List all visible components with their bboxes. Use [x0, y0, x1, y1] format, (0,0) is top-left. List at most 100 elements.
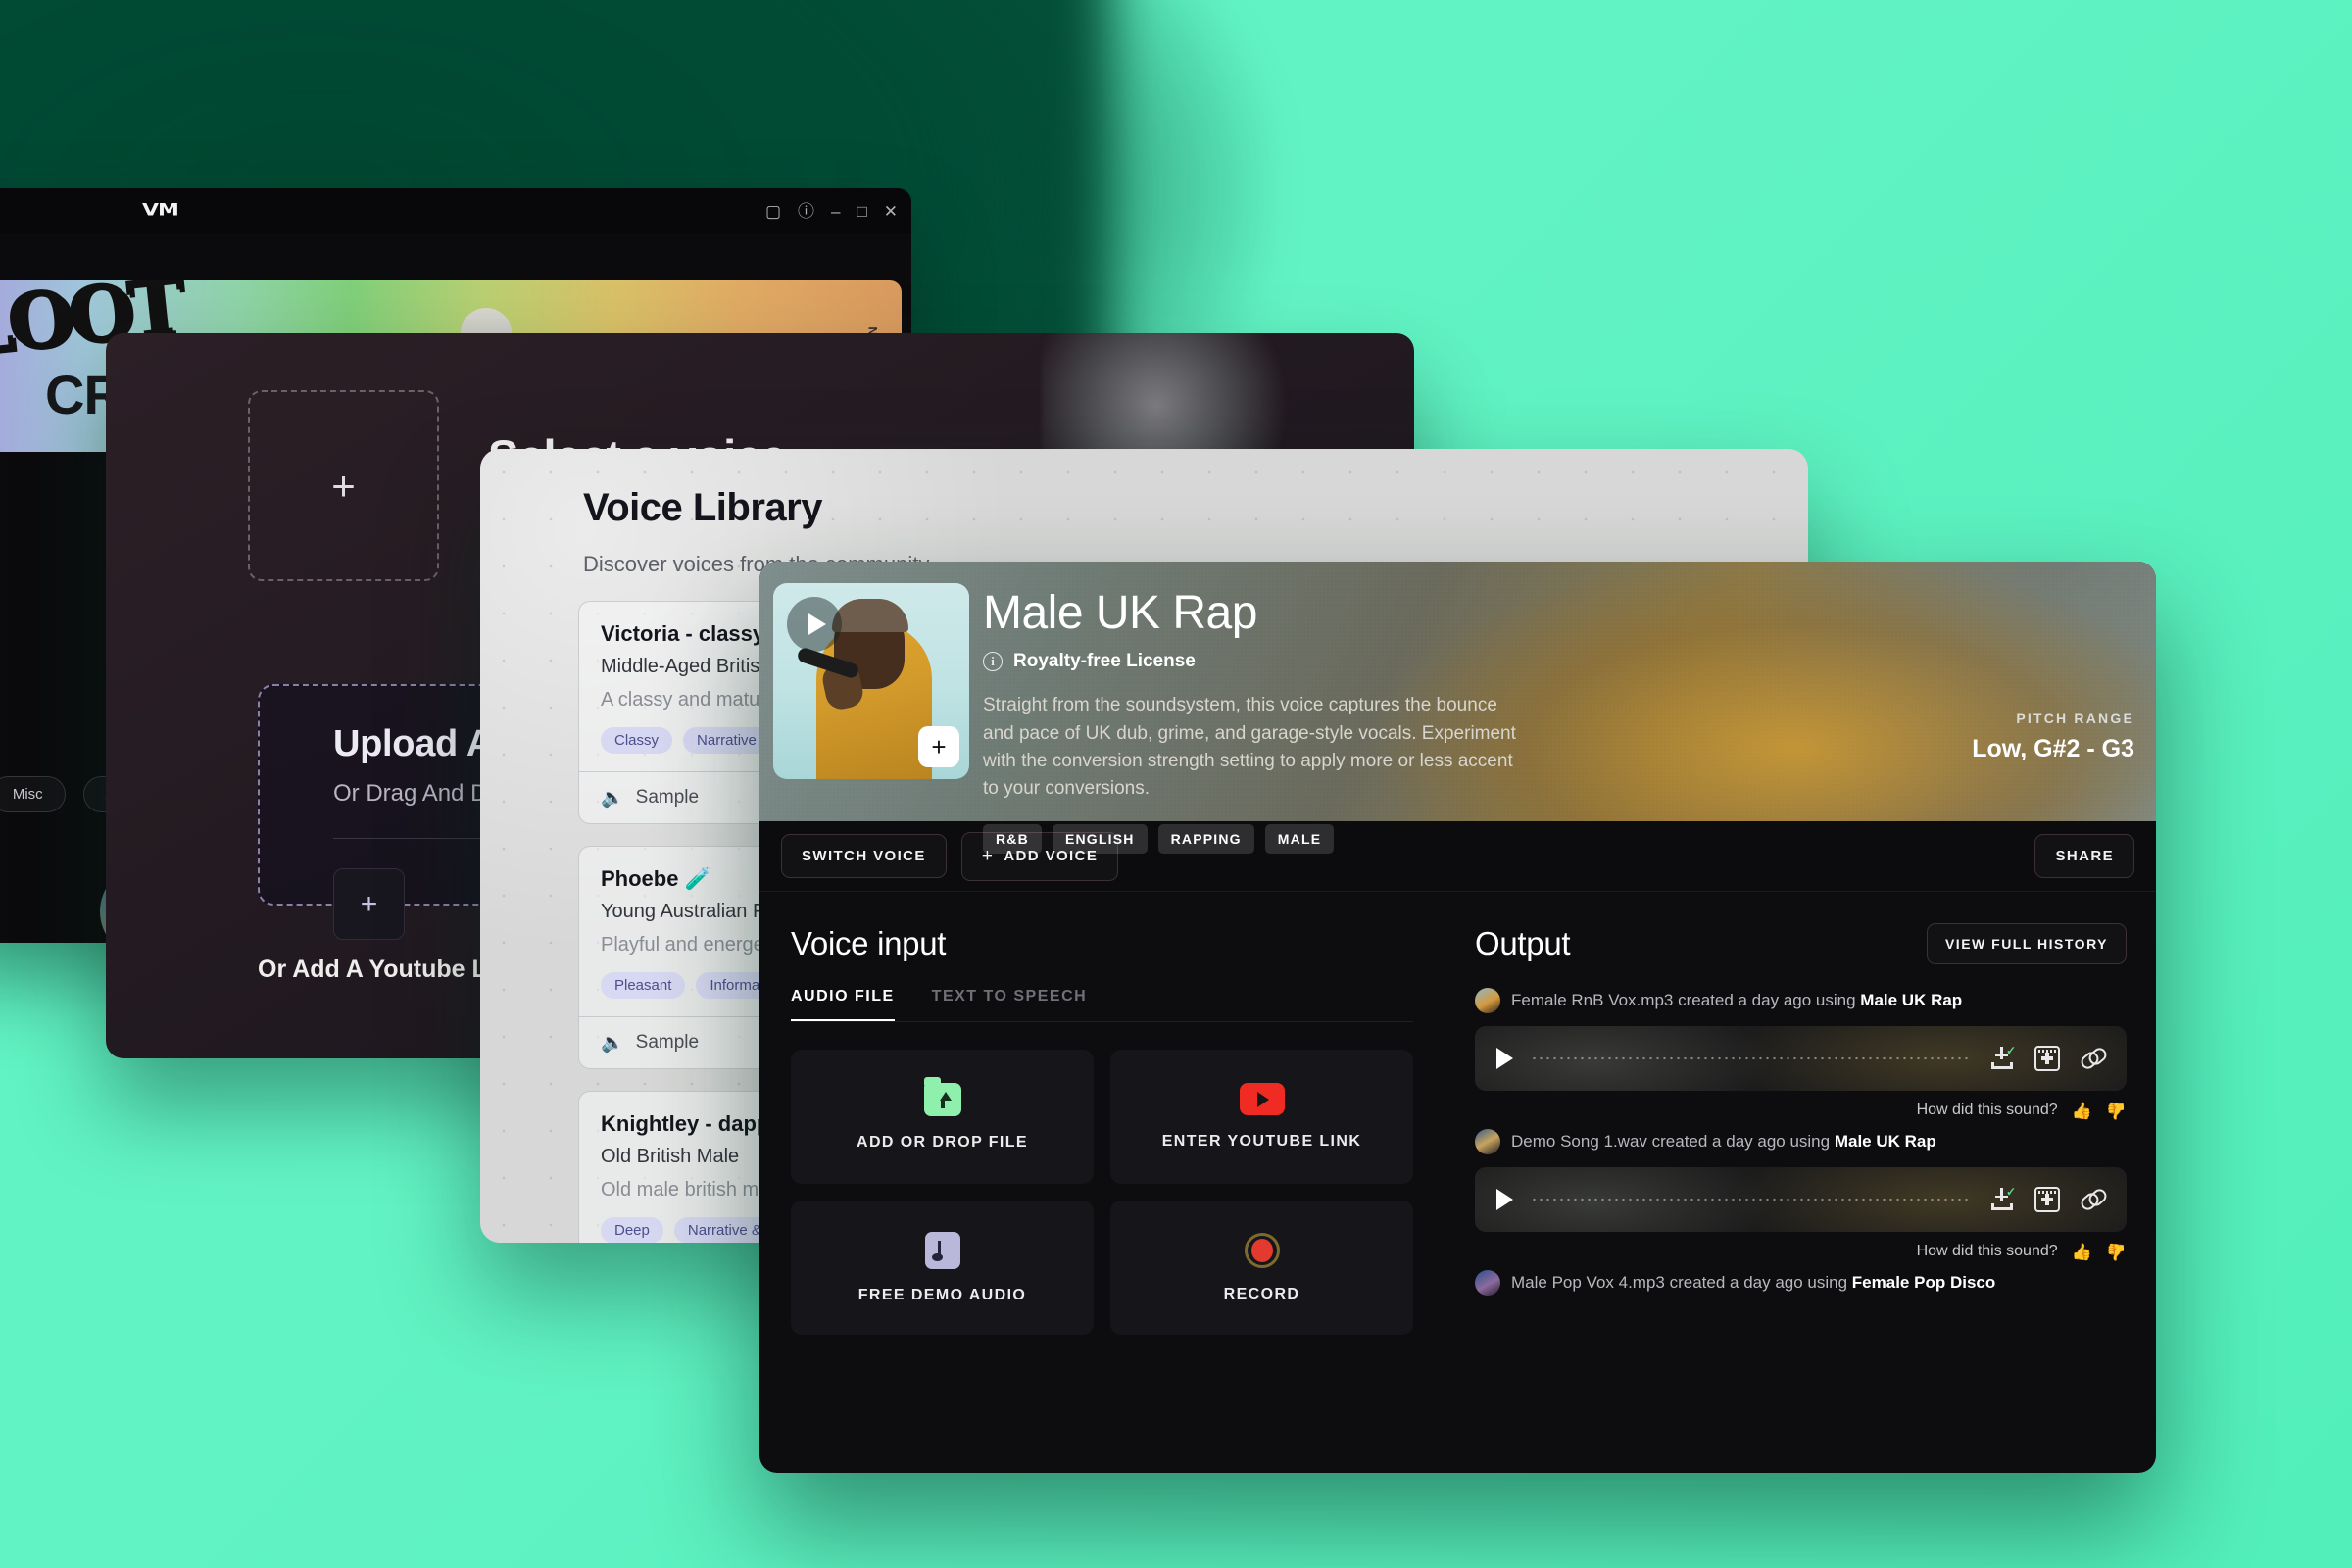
download-icon[interactable]: ✓ [1989, 1045, 2016, 1071]
thumbs-up-icon[interactable]: 👍 [2072, 1244, 2092, 1260]
screen: VM ▢ ⓘ – □ ✕ LOOT CREATE VOICES NEW ...e… [0, 0, 2352, 1568]
output-file-name: Female RnB Vox.mp3 [1511, 991, 1674, 1009]
feedback-row: How did this sound? 👍 👍 [1475, 1102, 2127, 1120]
voice-description: Straight from the soundsystem, this voic… [983, 695, 1516, 799]
voice-tag[interactable]: R&B [983, 823, 1042, 854]
play-preview-button[interactable] [787, 597, 842, 652]
voice-info: Male UK Rap i Royalty-free License Strai… [983, 588, 2136, 854]
minimize-icon[interactable]: – [831, 203, 840, 220]
enter-youtube-link-card[interactable]: ENTER YOUTUBE LINK [1110, 1050, 1413, 1184]
window-titlebar: VM ▢ ⓘ – □ ✕ [0, 188, 911, 233]
add-or-drop-file-card[interactable]: ADD OR DROP FILE [791, 1050, 1094, 1184]
main-panes: Voice input AUDIO FILE TEXT TO SPEECH AD… [760, 892, 2156, 1473]
app-toolbar-area [0, 233, 911, 280]
voice-library-title: Voice Library [583, 486, 822, 529]
voice-input-options: ADD OR DROP FILE ENTER YOUTUBE LINK FREE… [791, 1050, 1413, 1335]
output-item-label: Female RnB Vox.mp3 created a day ago usi… [1511, 991, 1962, 1010]
voice-tag[interactable]: MALE [1264, 823, 1335, 854]
audio-player[interactable]: ✓ [1475, 1167, 2127, 1232]
speaker-icon: 🔈 [601, 788, 624, 808]
output-file-name: Male Pop Vox 4.mp3 [1511, 1273, 1665, 1292]
audio-player[interactable]: ✓ [1475, 1026, 2127, 1091]
voice-dropzone[interactable]: + [248, 390, 439, 581]
card-label: ENTER YOUTUBE LINK [1161, 1133, 1362, 1150]
license-row[interactable]: i Royalty-free License [983, 651, 2136, 672]
switch-voice-label: SWITCH VOICE [802, 848, 926, 864]
output-middle-text: created a day ago using [1673, 991, 1861, 1009]
voice-tag[interactable]: Pleasant [601, 972, 686, 999]
info-icon: i [983, 652, 1003, 672]
youtube-icon [1239, 1083, 1285, 1115]
output-item-header: Female RnB Vox.mp3 created a day ago usi… [1475, 988, 2127, 1013]
license-label: Royalty-free License [1013, 651, 1196, 672]
waveform[interactable] [1531, 1198, 1972, 1201]
voice-cover-art[interactable]: + [773, 583, 969, 779]
speaker-icon: 🔈 [601, 1033, 624, 1054]
upload-folder-icon [923, 1076, 961, 1116]
avatar [1475, 1270, 1500, 1296]
output-list: Female RnB Vox.mp3 created a day ago usi… [1475, 988, 2127, 1296]
card-label: RECORD [1223, 1285, 1300, 1302]
app-logo: VM [142, 201, 179, 220]
save-to-library-icon[interactable] [2034, 1046, 2060, 1071]
avatar [1475, 1129, 1500, 1154]
output-voice-name: Female Pop Disco [1851, 1273, 1996, 1292]
output-voice-name: Male UK Rap [1860, 991, 1963, 1009]
output-item: Male Pop Vox 4.mp3 created a day ago usi… [1475, 1270, 2127, 1296]
output-middle-text: created a day ago using [1664, 1273, 1852, 1292]
category-chip[interactable]: Misc [0, 776, 66, 812]
plus-icon: + [331, 462, 356, 509]
feedback-prompt: How did this sound? [1916, 1243, 2058, 1259]
thumbs-down-icon[interactable]: 👍 [2106, 1243, 2127, 1261]
sample-label: Sample [635, 787, 700, 808]
voice-changer-window[interactable]: + Male UK Rap i Royalty-free License Str… [760, 562, 2156, 1473]
output-pane: Output VIEW FULL HISTORY Female RnB Vox.… [1446, 892, 2156, 1473]
upload-add-button[interactable]: + [333, 868, 405, 940]
play-icon[interactable] [1496, 1048, 1513, 1069]
output-voice-name: Male UK Rap [1834, 1132, 1936, 1151]
output-middle-text: created a day ago using [1646, 1132, 1835, 1151]
tab-audio-file[interactable]: AUDIO FILE [791, 988, 895, 1021]
player-actions: ✓ [1989, 1045, 2105, 1071]
play-icon[interactable] [1496, 1189, 1513, 1210]
output-item: Demo Song 1.wav created a day ago using … [1475, 1129, 2127, 1261]
output-item-label: Male Pop Vox 4.mp3 created a day ago usi… [1511, 1273, 1995, 1293]
voice-input-pane: Voice input AUDIO FILE TEXT TO SPEECH AD… [760, 892, 1446, 1473]
add-voice-cover-button[interactable]: + [918, 726, 959, 767]
waveform[interactable] [1531, 1056, 1972, 1060]
pitch-range: PITCH RANGE Low, G#2 - G3 [1972, 710, 2134, 763]
voice-hero-banner: + Male UK Rap i Royalty-free License Str… [760, 562, 2156, 854]
tab-text-to-speech[interactable]: TEXT TO SPEECH [932, 988, 1088, 1021]
card-label: ADD OR DROP FILE [856, 1133, 1028, 1151]
device-icon[interactable]: ▢ [765, 203, 781, 220]
voice-tag[interactable]: Deep [601, 1217, 663, 1243]
avatar [1475, 988, 1500, 1013]
sample-label: Sample [635, 1032, 700, 1053]
switch-voice-button[interactable]: SWITCH VOICE [781, 834, 947, 878]
voice-input-title: Voice input [791, 925, 947, 961]
thumbs-down-icon[interactable]: 👍 [2106, 1102, 2127, 1120]
view-full-history-button[interactable]: VIEW FULL HISTORY [1926, 923, 2127, 964]
voice-tag[interactable]: ENGLISH [1052, 823, 1148, 854]
output-file-name: Demo Song 1.wav [1511, 1132, 1647, 1151]
thumbs-up-icon[interactable]: 👍 [2072, 1102, 2092, 1119]
output-item: Female RnB Vox.mp3 created a day ago usi… [1475, 988, 2127, 1120]
maximize-icon[interactable]: □ [857, 203, 866, 220]
copy-link-icon[interactable] [2080, 1046, 2105, 1071]
feedback-prompt: How did this sound? [1916, 1102, 2058, 1118]
window-controls[interactable]: ▢ ⓘ – □ ✕ [765, 188, 898, 233]
pitch-range-value: Low, G#2 - G3 [1972, 735, 2134, 762]
free-demo-audio-card[interactable]: FREE DEMO AUDIO [791, 1200, 1094, 1335]
card-label: FREE DEMO AUDIO [858, 1286, 1027, 1303]
download-icon[interactable]: ✓ [1989, 1186, 2016, 1212]
record-card[interactable]: RECORD [1110, 1200, 1413, 1335]
voice-tag[interactable]: Classy [601, 727, 673, 754]
close-icon[interactable]: ✕ [884, 203, 898, 220]
help-icon[interactable]: ⓘ [798, 203, 814, 220]
voice-tag[interactable]: RAPPING [1157, 823, 1254, 854]
play-icon [808, 613, 826, 635]
copy-link-icon[interactable] [2080, 1187, 2105, 1212]
singer-beanie [832, 599, 908, 632]
save-to-library-icon[interactable] [2034, 1187, 2060, 1212]
music-note-icon [919, 1231, 960, 1269]
